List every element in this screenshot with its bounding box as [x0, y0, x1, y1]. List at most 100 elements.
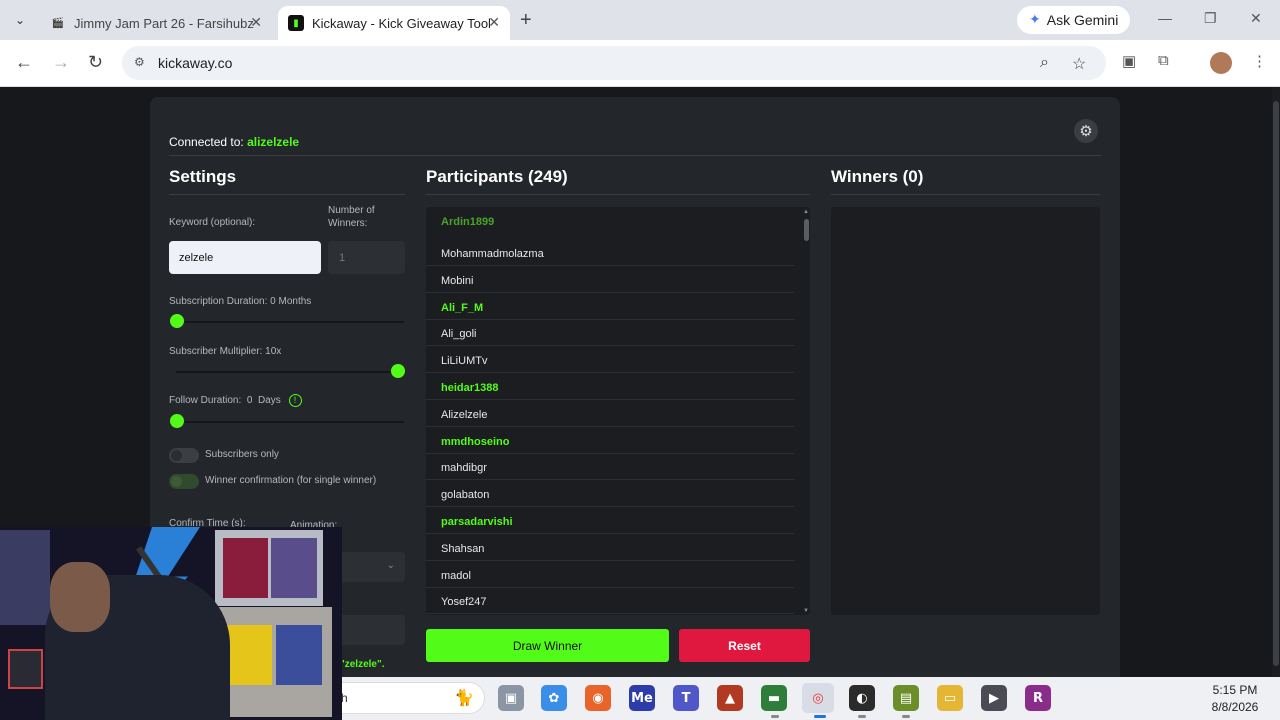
sub-duration-knob[interactable] — [170, 314, 184, 328]
keyword-label: Keyword (optional): — [169, 217, 256, 228]
connection-status: Connected to: alizelzele — [169, 135, 299, 149]
tab-jimmy-jam[interactable]: 🎬 Jimmy Jam Part 26 - Farsihubz ✕ — [40, 6, 272, 40]
wall-poster — [0, 530, 50, 625]
cat-icon: 🐈 — [454, 690, 474, 707]
sub-multiplier-knob[interactable] — [391, 364, 405, 378]
participant-item: Alizelzele — [426, 400, 794, 427]
zoom-search-icon[interactable]: ⌕ — [1040, 54, 1049, 72]
task-view-icon[interactable]: ▣ — [498, 685, 524, 711]
taskbar-search-box[interactable]: h 🐈 — [320, 682, 485, 714]
participant-item: Ardin1899 — [441, 216, 495, 228]
page-scrollbar[interactable] — [1272, 87, 1280, 677]
participant-item: parsadarvishi — [426, 507, 794, 534]
keyword-hint: "zelzele". — [340, 659, 385, 670]
restore-icon[interactable]: ❐ — [1204, 10, 1217, 27]
copilot-icon[interactable]: ✿ — [541, 685, 567, 711]
follow-duration-value: 0 — [246, 395, 253, 407]
site-info-icon[interactable]: ⚙ — [134, 55, 145, 69]
close-tab-icon[interactable]: ✕ — [250, 14, 262, 31]
follow-duration-unit: Days — [257, 395, 281, 407]
sub-multiplier-label: Subscriber Multiplier: 10x — [169, 346, 282, 357]
tab-kickaway[interactable]: ▮ Kickaway - Kick Giveaway Tool ✕ — [278, 6, 510, 40]
connected-prefix: Connected to: — [169, 135, 244, 149]
participant-item: golabaton — [426, 480, 794, 508]
keyword-input[interactable] — [169, 241, 321, 274]
extensions-puzzle-icon[interactable]: ⧉ — [1158, 52, 1169, 69]
draw-winner-button[interactable]: Draw Winner — [426, 629, 669, 662]
address-bar[interactable]: ⚙ kickaway.co ⌕ ☆ — [122, 46, 1106, 80]
settings-underline — [169, 194, 405, 195]
toggle-knob — [171, 476, 182, 487]
running-indicator — [771, 715, 779, 718]
media-player-icon[interactable]: ▶ — [981, 685, 1007, 711]
toggle-knob — [171, 450, 182, 461]
participant-item: Mohammadmolazma — [426, 239, 794, 266]
taskbar-clock[interactable]: 5:15 PM 8/8/2026 — [1205, 682, 1265, 716]
participants-list[interactable]: ▲ ▼ Ardin1899 Mohammadmolazma Mobini Ali_F_… — [426, 207, 810, 615]
framed-jersey-top — [215, 530, 323, 606]
new-tab-plus-icon[interactable]: + — [520, 9, 532, 32]
participant-item: heidar1388 — [426, 373, 794, 400]
num-winners-input[interactable] — [328, 241, 405, 274]
scroll-down-arrow-icon[interactable]: ▼ — [803, 608, 809, 614]
profile-avatar[interactable] — [1210, 52, 1232, 74]
media-encoder-icon[interactable]: Me — [629, 685, 655, 711]
ask-gemini-button[interactable]: ✦ Ask Gemini — [1017, 6, 1131, 34]
page-scroll-thumb[interactable] — [1273, 101, 1279, 666]
extension-tb-icon[interactable]: ▣ — [1122, 52, 1136, 70]
sub-multiplier-slider[interactable] — [176, 371, 404, 373]
minimize-icon[interactable]: — — [1158, 10, 1172, 26]
subscribers-only-label: Subscribers only — [205, 449, 279, 460]
close-tab-icon[interactable]: ✕ — [488, 14, 500, 31]
reload-icon[interactable]: ↻ — [88, 52, 103, 73]
file-explorer-icon[interactable]: ▭ — [937, 685, 963, 711]
teams-icon[interactable]: T — [673, 685, 699, 711]
follow-duration-knob[interactable] — [170, 414, 184, 428]
clock-time: 5:15 PM — [1212, 683, 1258, 697]
scroll-up-arrow-icon[interactable]: ▲ — [803, 209, 809, 215]
flag-app-icon[interactable]: ▬ — [761, 685, 787, 711]
tab-search-chevron-icon[interactable]: ⌄ — [8, 8, 32, 32]
clock-date: 8/8/2026 — [1211, 700, 1259, 714]
chrome-icon[interactable]: ◎ — [802, 683, 834, 713]
winrar-icon[interactable]: ▤ — [893, 685, 919, 711]
participant-item: mahdibgr — [426, 453, 794, 481]
chevron-down-icon: ⌄ — [386, 560, 395, 571]
obs-icon[interactable]: ◐ — [849, 685, 875, 711]
window-close-icon[interactable]: ✕ — [1250, 10, 1262, 27]
tab-label: Jimmy Jam Part 26 - Farsihubz — [74, 15, 254, 31]
browser-toolbar: ← → ↻ ⚙ kickaway.co ⌕ ☆ ▣ ⧉ ⋮ — [0, 40, 1280, 87]
shelf-item — [8, 649, 43, 689]
bookmark-star-icon[interactable]: ☆ — [1072, 54, 1086, 74]
gemini-sparkle-icon: ✦ — [1029, 12, 1041, 28]
info-icon[interactable]: ! — [288, 394, 302, 407]
settings-title: Settings — [169, 167, 237, 186]
back-arrow-icon[interactable]: ← — [15, 52, 33, 73]
r-app-icon[interactable]: R — [1025, 685, 1051, 711]
winner-confirmation-toggle[interactable] — [169, 474, 199, 489]
menu-dots-icon[interactable]: ⋮ — [1252, 52, 1267, 70]
winner-confirmation-label: Winner confirmation (for single winner) — [205, 475, 377, 486]
reset-button[interactable]: Reset — [679, 629, 810, 662]
running-indicator — [858, 715, 866, 718]
participant-item: mmdhoseino — [426, 427, 794, 454]
running-indicator — [902, 715, 910, 718]
follow-duration-label: Follow Duration: — [169, 395, 242, 407]
participant-item: Mobini — [426, 266, 794, 293]
num-winners-label: Number of Winners: — [328, 205, 375, 229]
forward-arrow-icon[interactable]: → — [52, 52, 70, 73]
settings-gear-icon[interactable]: ⚙ — [1074, 119, 1098, 143]
participants-title: Participants (249) — [426, 167, 568, 186]
follow-duration-slider[interactable] — [176, 421, 404, 423]
fire-app-icon[interactable]: ▲ — [717, 685, 743, 711]
ask-gemini-label: Ask Gemini — [1046, 12, 1119, 28]
sub-duration-slider[interactable] — [176, 321, 404, 323]
red-jersey — [223, 538, 268, 598]
firefox-icon[interactable]: ◉ — [585, 685, 611, 711]
winners-list — [831, 207, 1100, 615]
scroll-thumb[interactable] — [804, 219, 809, 241]
participant-item: LiLiUMTv — [426, 346, 794, 374]
subscribers-only-toggle[interactable] — [169, 448, 199, 463]
blue-jersey — [276, 625, 322, 685]
participants-scrollbar[interactable]: ▲ ▼ — [802, 207, 810, 615]
